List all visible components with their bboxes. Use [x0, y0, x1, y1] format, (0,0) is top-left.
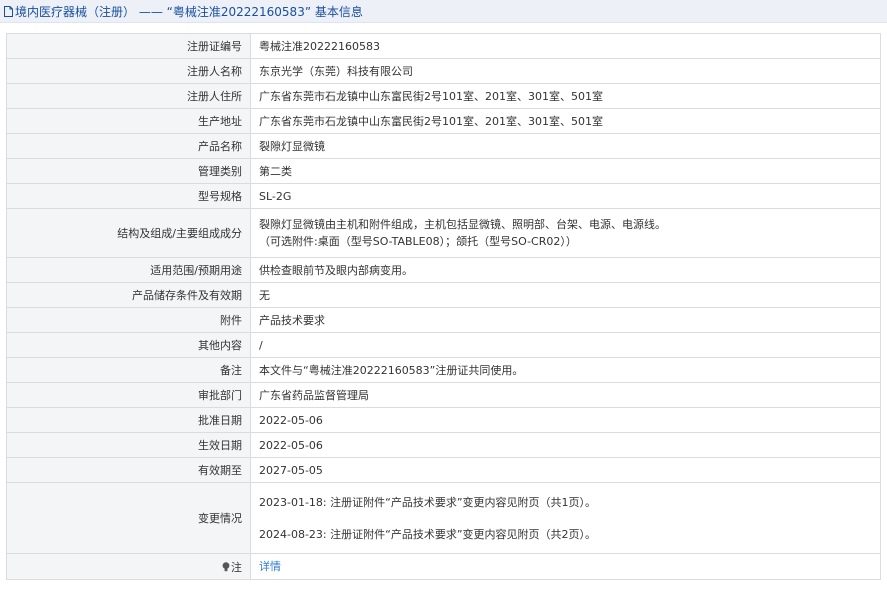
table-row: 批准日期 2022-05-06 — [6, 407, 881, 433]
structure-line-2: （可选附件:桌面（型号SO-TABLE08）；颌托（型号SO-CR02）） — [259, 235, 577, 248]
row-value-attachment: 产品技术要求 — [250, 307, 881, 333]
table-row: 管理类别 第二类 — [6, 158, 881, 184]
document-icon — [4, 5, 13, 17]
row-value-model: SL-2G — [250, 183, 881, 209]
info-table-wrapper: 注册证编号 粤械注准20222160583 注册人名称 东京光学（东莞）科技有限… — [6, 33, 881, 580]
row-label-category: 管理类别 — [6, 158, 251, 184]
row-label-approval-dept: 审批部门 — [6, 382, 251, 408]
row-value-intended-use: 供检查眼前节及眼内部病变用。 — [250, 257, 881, 283]
page-title: 境内医疗器械（注册） —— “粤械注准20222160583” 基本信息 — [15, 4, 363, 19]
info-table: 注册证编号 粤械注准20222160583 注册人名称 东京光学（东莞）科技有限… — [6, 33, 881, 580]
table-row: 变更情况 2023-01-18: 注册证附件“产品技术要求”变更内容见附页（共1… — [6, 482, 881, 554]
row-label-product-name: 产品名称 — [6, 133, 251, 159]
row-value-category: 第二类 — [250, 158, 881, 184]
change-entry: 2024-08-23: 注册证附件“产品技术要求”变更内容见附页（共2页）。 — [259, 527, 597, 541]
row-value-approval-date: 2022-05-06 — [250, 407, 881, 433]
row-label-intended-use: 适用范围/预期用途 — [6, 257, 251, 283]
row-label-storage: 产品储存条件及有效期 — [6, 282, 251, 308]
page-header: 境内医疗器械（注册） —— “粤械注准20222160583” 基本信息 — [0, 0, 887, 23]
structure-line-1: 裂隙灯显微镜由主机和附件组成，主机包括显微镜、照明部、台架、电源、电源线。 — [259, 218, 666, 231]
table-row: 适用范围/预期用途 供检查眼前节及眼内部病变用。 — [6, 257, 881, 283]
row-value-structure: 裂隙灯显微镜由主机和附件组成，主机包括显微镜、照明部、台架、电源、电源线。 （可… — [250, 208, 881, 258]
table-row: 备注 本文件与“粤械注准20222160583”注册证共同使用。 — [6, 357, 881, 383]
table-row: 生产地址 广东省东莞市石龙镇中山东富民街2号101室、201室、301室、501… — [6, 108, 881, 134]
row-label-structure: 结构及组成/主要组成成分 — [6, 208, 251, 258]
table-row: 型号规格 SL-2G — [6, 183, 881, 209]
row-label-registrant: 注册人名称 — [6, 58, 251, 84]
row-label-attachment: 附件 — [6, 307, 251, 333]
row-label-model: 型号规格 — [6, 183, 251, 209]
row-value-approval-dept: 广东省药品监督管理局 — [250, 382, 881, 408]
row-label-expiry-date: 有效期至 — [6, 457, 251, 483]
row-label-changes: 变更情况 — [6, 482, 251, 554]
row-label-production-address: 生产地址 — [6, 108, 251, 134]
lightbulb-icon — [222, 561, 230, 571]
row-label-registrant-address: 注册人住所 — [6, 83, 251, 109]
table-row: 生效日期 2022-05-06 — [6, 432, 881, 458]
table-row: 有效期至 2027-05-05 — [6, 457, 881, 483]
table-row: 注册人住所 广东省东莞市石龙镇中山东富民街2号101室、201室、301室、50… — [6, 83, 881, 109]
table-row: 附件 产品技术要求 — [6, 307, 881, 333]
change-entry: 2023-01-18: 注册证附件“产品技术要求”变更内容见附页（共1页）。 — [259, 495, 597, 509]
row-value-note: 详情 — [250, 553, 881, 580]
row-value-remark: 本文件与“粤械注准20222160583”注册证共同使用。 — [250, 357, 881, 383]
row-value-production-address: 广东省东莞市石龙镇中山东富民街2号101室、201室、301室、501室 — [250, 108, 881, 134]
row-label-remark: 备注 — [6, 357, 251, 383]
row-value-changes: 2023-01-18: 注册证附件“产品技术要求”变更内容见附页（共1页）。 2… — [250, 482, 881, 554]
row-value-other: / — [250, 332, 881, 358]
row-value-registrant-address: 广东省东莞市石龙镇中山东富民街2号101室、201室、301室、501室 — [250, 83, 881, 109]
table-row: 注册人名称 东京光学（东莞）科技有限公司 — [6, 58, 881, 84]
table-row: 其他内容 / — [6, 332, 881, 358]
table-row: 注 详情 — [6, 553, 881, 580]
row-label-note: 注 — [6, 553, 251, 580]
row-value-expiry-date: 2027-05-05 — [250, 457, 881, 483]
row-value-storage: 无 — [250, 282, 881, 308]
table-row: 审批部门 广东省药品监督管理局 — [6, 382, 881, 408]
row-label-other: 其他内容 — [6, 332, 251, 358]
row-label-approval-date: 批准日期 — [6, 407, 251, 433]
row-label-effective-date: 生效日期 — [6, 432, 251, 458]
table-row: 结构及组成/主要组成成分 裂隙灯显微镜由主机和附件组成，主机包括显微镜、照明部、… — [6, 208, 881, 258]
row-label-reg-number: 注册证编号 — [6, 33, 251, 59]
table-row: 产品名称 裂隙灯显微镜 — [6, 133, 881, 159]
table-row: 产品储存条件及有效期 无 — [6, 282, 881, 308]
row-value-reg-number: 粤械注准20222160583 — [250, 33, 881, 59]
details-link[interactable]: 详情 — [259, 560, 281, 573]
row-value-effective-date: 2022-05-06 — [250, 432, 881, 458]
row-value-product-name: 裂隙灯显微镜 — [250, 133, 881, 159]
note-label: 注 — [222, 559, 242, 575]
table-row: 注册证编号 粤械注准20222160583 — [6, 33, 881, 59]
note-label-text: 注 — [231, 560, 242, 574]
row-value-registrant: 东京光学（东莞）科技有限公司 — [250, 58, 881, 84]
